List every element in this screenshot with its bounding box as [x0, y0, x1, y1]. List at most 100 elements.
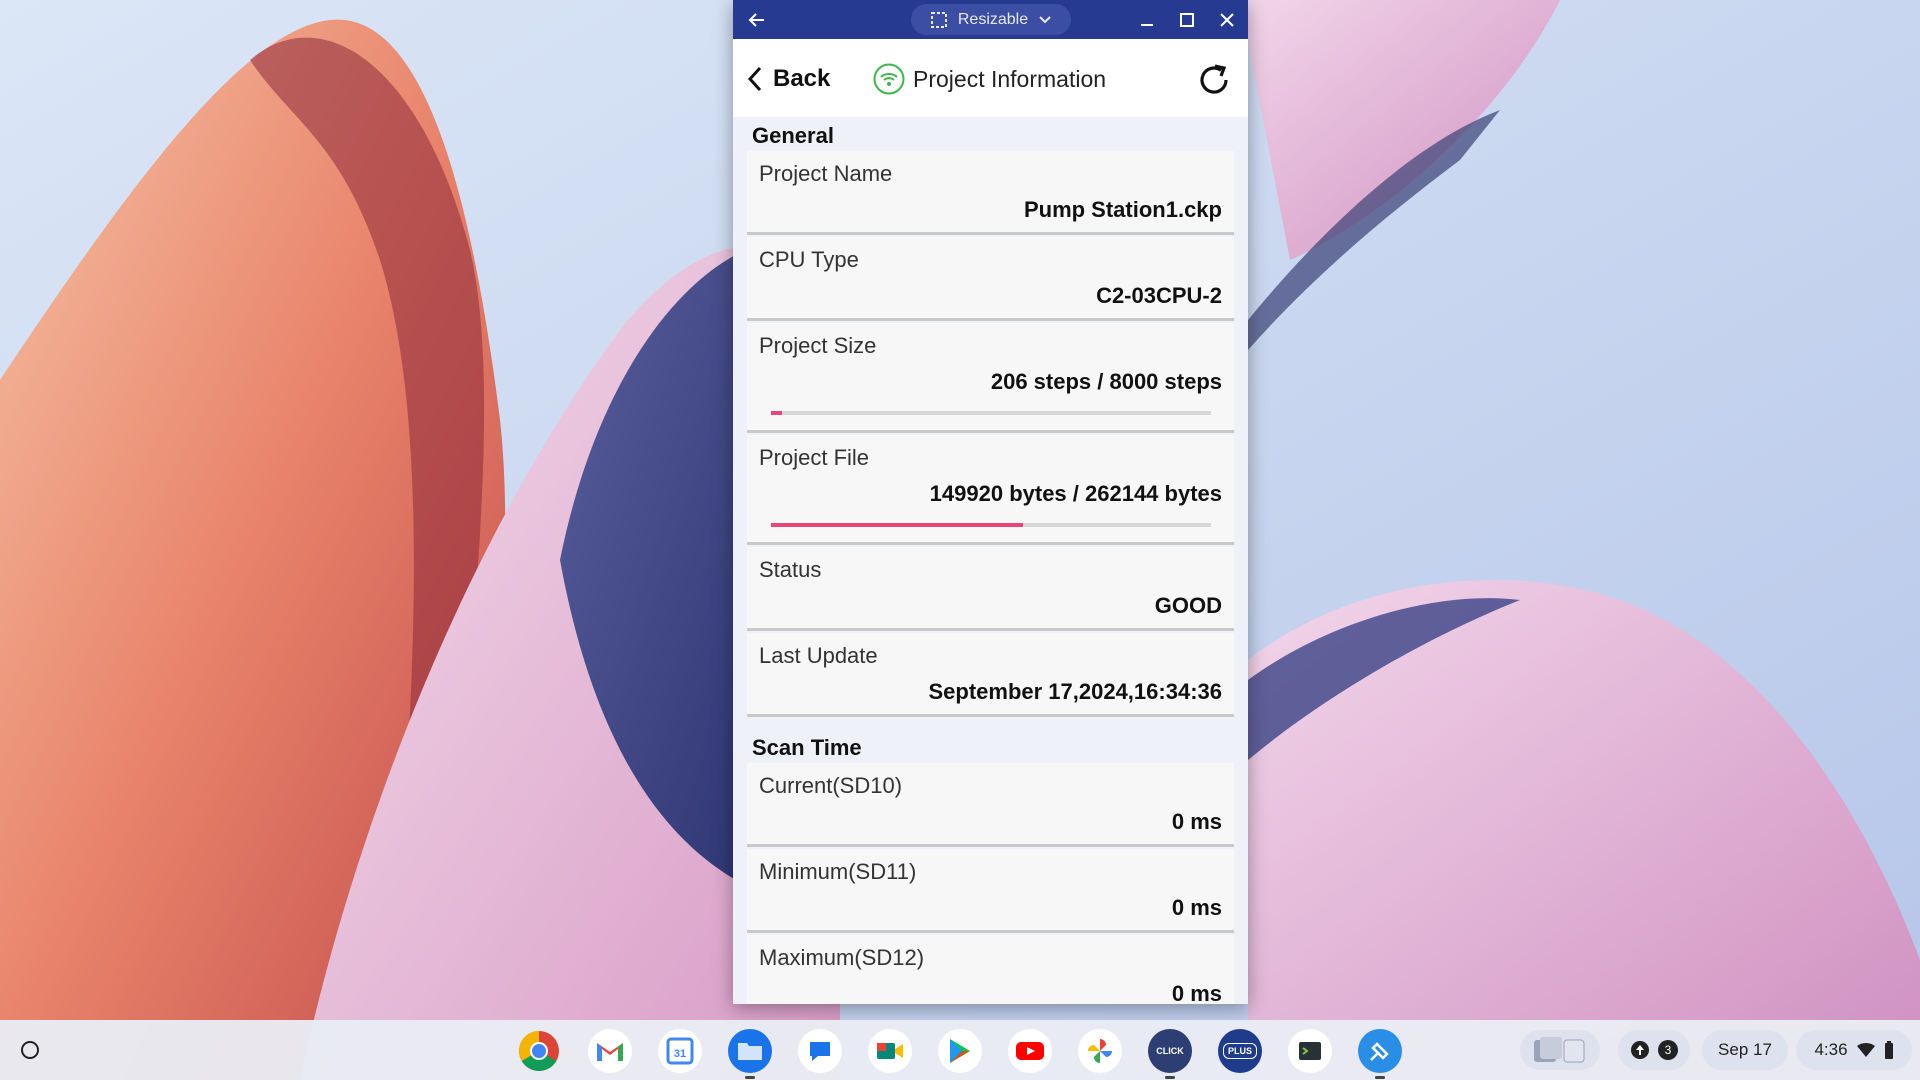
- info-label: Status: [759, 557, 822, 582]
- maximize-button[interactable]: [1170, 4, 1204, 36]
- upload-icon: [1631, 1041, 1649, 1059]
- wifi-icon: [1856, 1043, 1875, 1057]
- window-titlebar: Resizable: [733, 0, 1248, 39]
- video-camera-icon: [877, 1043, 903, 1059]
- chat-bubble-icon: [810, 1042, 830, 1061]
- info-row-project-file: Project File 149920 bytes / 262144 bytes: [747, 435, 1234, 545]
- files-icon[interactable]: [728, 1029, 772, 1079]
- shelf: 31 CLICK PLUS 3 Sep 17 4:36: [0, 1020, 1920, 1080]
- tray-date[interactable]: Sep 17: [1702, 1030, 1788, 1070]
- tray-notifications[interactable]: 3: [1618, 1030, 1690, 1070]
- connect-app-icon[interactable]: [1358, 1029, 1402, 1079]
- project-file-progress-fill: [771, 523, 1023, 527]
- info-value: 206 steps / 8000 steps: [990, 369, 1222, 394]
- info-label: Minimum(SD11): [759, 859, 917, 884]
- meet-icon[interactable]: [868, 1029, 912, 1073]
- info-row-project-name: Project Name Pump Station1.ckp: [747, 151, 1234, 235]
- info-label: CPU Type: [759, 247, 859, 272]
- resize-icon: [930, 11, 947, 28]
- project-size-progress-fill: [771, 411, 783, 415]
- info-value: 149920 bytes / 262144 bytes: [929, 481, 1222, 506]
- click-plus-icon[interactable]: PLUS: [1218, 1029, 1262, 1073]
- click-app-label: CLICK: [1156, 1046, 1184, 1056]
- time-label: 4:36: [1814, 1040, 1848, 1059]
- youtube-logo: [1016, 1042, 1044, 1060]
- tray-holding-space[interactable]: [1520, 1030, 1600, 1070]
- arrow-left-icon: [748, 13, 764, 27]
- gmail-icon[interactable]: [588, 1029, 632, 1073]
- info-value: September 17,2024,16:34:36: [928, 679, 1222, 704]
- launcher-circle-icon: [21, 1041, 39, 1059]
- resize-mode-dropdown[interactable]: Resizable: [911, 4, 1071, 35]
- section-header-general: General: [752, 123, 834, 148]
- info-row-scan-current: Current(SD10) 0 ms: [747, 763, 1234, 847]
- battery-icon: [1884, 1041, 1893, 1059]
- info-row-cpu-type: CPU Type C2-03CPU-2: [747, 237, 1234, 321]
- refresh-button[interactable]: [1193, 59, 1235, 101]
- chrome-icon[interactable]: [517, 1029, 561, 1073]
- info-row-project-size: Project Size 206 steps / 8000 steps: [747, 323, 1234, 433]
- youtube-icon[interactable]: [1008, 1029, 1052, 1073]
- terminal-window-icon: [1299, 1042, 1321, 1060]
- pinwheel-icon: [1088, 1039, 1112, 1063]
- info-row-last-update: Last Update September 17,2024,16:34:36: [747, 633, 1234, 717]
- info-row-scan-minimum: Minimum(SD11) 0 ms: [747, 849, 1234, 933]
- info-label: Maximum(SD12): [759, 945, 925, 970]
- info-value: 0 ms: [1171, 981, 1222, 1004]
- connection-plug-icon: [1370, 1042, 1389, 1061]
- running-indicator: [745, 1076, 755, 1079]
- info-row-status: Status GOOD: [747, 547, 1234, 631]
- app-window: Resizable Back Project Information Gener…: [733, 0, 1248, 1004]
- page-title-label: Project Information: [913, 65, 1107, 92]
- chevron-down-icon: [1039, 15, 1051, 23]
- notification-count-badge: 3: [1658, 1040, 1678, 1060]
- calendar-icon[interactable]: 31: [658, 1029, 702, 1073]
- info-value: C2-03CPU-2: [1096, 283, 1222, 308]
- click-programming-icon[interactable]: CLICK: [1148, 1029, 1192, 1079]
- photos-icon[interactable]: [1078, 1029, 1122, 1073]
- info-label: Project Size: [759, 333, 877, 358]
- status-value: GOOD: [1154, 593, 1222, 618]
- calendar-logo: 31: [666, 1037, 694, 1065]
- launcher-button[interactable]: [10, 1030, 50, 1070]
- minimize-icon: [1141, 24, 1153, 26]
- maximize-icon: [1180, 13, 1194, 27]
- info-value: Pump Station1.ckp: [1023, 197, 1222, 222]
- page-title: Project Information: [873, 61, 1106, 97]
- folder-icon: [738, 1043, 762, 1060]
- holding-space-thumbnails-icon: [1534, 1037, 1585, 1063]
- app-header: Back Project Information: [733, 39, 1248, 117]
- info-label: Current(SD10): [759, 773, 903, 798]
- terminal-icon[interactable]: [1288, 1029, 1332, 1073]
- titlebar-back-button[interactable]: [741, 4, 773, 36]
- wifi-connected-icon: [873, 63, 905, 95]
- info-row-scan-maximum: Maximum(SD12) 0 ms: [747, 935, 1234, 1004]
- running-indicator: [1375, 1076, 1385, 1079]
- info-value: 0 ms: [1171, 895, 1222, 920]
- section-header-scan-time: Scan Time: [752, 735, 862, 760]
- plus-app-label: PLUS: [1222, 1043, 1257, 1059]
- tray-status-area[interactable]: 4:36: [1796, 1030, 1912, 1070]
- chrome-logo: [519, 1031, 559, 1071]
- messages-icon[interactable]: [798, 1029, 842, 1073]
- calendar-day-label: 31: [674, 1048, 686, 1060]
- play-store-icon[interactable]: [938, 1029, 982, 1073]
- info-label: Project File: [759, 445, 870, 470]
- resize-mode-label: Resizable: [957, 10, 1029, 28]
- project-size-progress-bar: [771, 411, 1211, 415]
- play-triangle-icon: [950, 1039, 970, 1063]
- back-button[interactable]: Back: [747, 61, 830, 97]
- refresh-icon: [1200, 64, 1228, 94]
- gmail-logo: [597, 1043, 623, 1061]
- info-value: 0 ms: [1171, 809, 1222, 834]
- chevron-left-icon: [747, 66, 762, 92]
- info-label: Last Update: [759, 643, 878, 668]
- close-button[interactable]: [1210, 4, 1244, 36]
- minimize-button[interactable]: [1130, 4, 1164, 36]
- project-info-list[interactable]: General Project Name Pump Station1.ckp C…: [733, 117, 1248, 1004]
- close-icon: [1220, 13, 1234, 27]
- project-file-progress-bar: [771, 523, 1211, 527]
- info-label: Project Name: [759, 161, 893, 186]
- back-label: Back: [773, 65, 831, 92]
- date-label: Sep 17: [1718, 1040, 1772, 1059]
